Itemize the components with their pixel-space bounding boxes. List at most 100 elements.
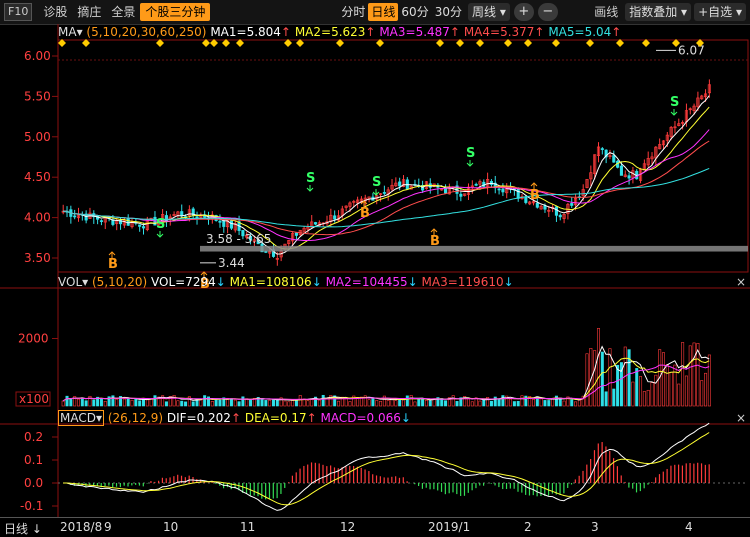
vol-value: VOL=7294 bbox=[151, 275, 216, 289]
chevron-down-icon: ▾ bbox=[76, 25, 83, 39]
candle bbox=[554, 206, 558, 216]
volume-bar bbox=[635, 368, 639, 407]
volume-bar bbox=[122, 398, 126, 407]
sell-signal: S bbox=[306, 171, 315, 186]
sell-signal: S bbox=[670, 95, 679, 110]
macd-indicator-dropdown[interactable]: MACD▾ bbox=[58, 410, 105, 426]
volume-bar bbox=[61, 400, 65, 407]
close-icon: × bbox=[736, 411, 746, 425]
date-label: 9 bbox=[104, 520, 112, 534]
candle bbox=[600, 148, 604, 150]
date-label: 2 bbox=[524, 520, 532, 534]
volume-bar bbox=[646, 389, 650, 407]
arrow-down-icon: ↓ bbox=[311, 275, 322, 289]
date-label: 12 bbox=[340, 520, 356, 534]
volume-bar bbox=[470, 401, 474, 407]
volume-bar bbox=[451, 395, 455, 407]
volume-bar bbox=[562, 400, 566, 407]
ma-legend-name[interactable]: MA bbox=[58, 25, 77, 39]
price-axis-label: 6.00 bbox=[24, 49, 51, 63]
arrow-down-icon: ↓ bbox=[400, 411, 411, 425]
arrow-down-icon: ↓ bbox=[215, 275, 226, 289]
volume-bar bbox=[149, 398, 153, 407]
vol-legend-name[interactable]: VOL bbox=[58, 275, 82, 289]
vol-ma-line-10 bbox=[62, 357, 710, 402]
volume-bar bbox=[92, 399, 96, 407]
volume-bar bbox=[306, 400, 310, 407]
sell-signal: S bbox=[156, 217, 165, 232]
volume-bar bbox=[138, 400, 142, 407]
volume-bar bbox=[379, 400, 383, 407]
candle bbox=[222, 220, 226, 227]
volume-bar bbox=[593, 350, 597, 407]
volume-bar bbox=[516, 400, 520, 407]
volume-bar bbox=[199, 399, 203, 407]
ma1-value: MA1=5.804 bbox=[210, 25, 281, 39]
macd-value: MACD=0.066 bbox=[320, 411, 401, 425]
volume-bar bbox=[520, 395, 524, 407]
candle bbox=[398, 181, 402, 187]
volume-bar bbox=[650, 382, 654, 407]
volume-bar bbox=[524, 395, 528, 407]
volume-bar bbox=[176, 400, 180, 407]
candle bbox=[138, 224, 142, 227]
volume-bar bbox=[184, 401, 188, 407]
volume-bar bbox=[134, 398, 138, 407]
candle bbox=[543, 205, 547, 210]
volume-bar bbox=[371, 398, 375, 407]
ma5-value: MA5=5.04 bbox=[548, 25, 612, 39]
candle bbox=[141, 226, 146, 229]
ma-legend-params: (5,10,20,30,60,250) bbox=[86, 25, 207, 39]
buy-signal: B bbox=[430, 234, 440, 249]
volume-bar bbox=[616, 364, 620, 407]
axis-mode-label[interactable]: 日线 ↓ bbox=[4, 520, 42, 537]
candle bbox=[501, 188, 505, 193]
support-band bbox=[200, 245, 748, 252]
candle bbox=[229, 220, 233, 229]
vol-ma-line-5 bbox=[62, 345, 710, 402]
sell-signal: S bbox=[466, 146, 475, 161]
volume-bar bbox=[489, 400, 493, 407]
macd-legend-name: MACD bbox=[60, 411, 96, 425]
volume-bar bbox=[497, 398, 501, 407]
volume-bar bbox=[413, 401, 417, 407]
stock-chart[interactable]: 6.005.505.004.504.003.503.58 - 3.653.446… bbox=[0, 0, 750, 536]
volume-bar bbox=[394, 400, 398, 407]
volume-bar bbox=[375, 400, 379, 407]
macd-axis-label: 0.0 bbox=[24, 476, 43, 490]
volume-bar bbox=[501, 395, 505, 407]
candle bbox=[627, 175, 631, 179]
volume-bar bbox=[421, 397, 425, 407]
volume-bar bbox=[229, 398, 233, 407]
volume-bar bbox=[76, 398, 80, 407]
volume-bar bbox=[551, 398, 555, 407]
volume-bar bbox=[69, 398, 73, 407]
volume-bar bbox=[639, 376, 643, 407]
candle bbox=[314, 222, 318, 225]
price-axis-label: 5.00 bbox=[24, 130, 51, 144]
chevron-down-icon: ▾ bbox=[82, 275, 89, 289]
volume-bar bbox=[291, 400, 295, 407]
volume-bar bbox=[570, 399, 574, 407]
arrow-up-icon: ↑ bbox=[534, 25, 545, 39]
volume-bar bbox=[103, 400, 107, 407]
volume-bar bbox=[65, 395, 69, 407]
volume-bar bbox=[398, 399, 402, 407]
price-axis-label: 5.50 bbox=[24, 89, 51, 103]
price-axis-label: 4.00 bbox=[24, 211, 51, 225]
volume-bar bbox=[509, 398, 513, 407]
volume-bar bbox=[455, 401, 459, 407]
buy-signal: B bbox=[360, 206, 370, 221]
volume-bar bbox=[153, 395, 157, 407]
volume-bar bbox=[218, 399, 222, 407]
volume-bar bbox=[283, 400, 287, 407]
arrow-down-icon: ↓ bbox=[503, 275, 514, 289]
vol-ma2-value: MA2=104455 bbox=[325, 275, 408, 289]
candle bbox=[459, 193, 463, 197]
candle bbox=[535, 202, 539, 208]
arrow-up-icon: ↑ bbox=[365, 25, 376, 39]
macd-axis-label: 0.1 bbox=[24, 453, 43, 467]
volume-bar bbox=[677, 383, 681, 407]
volume-bar bbox=[130, 399, 134, 407]
volume-bar bbox=[287, 401, 291, 407]
